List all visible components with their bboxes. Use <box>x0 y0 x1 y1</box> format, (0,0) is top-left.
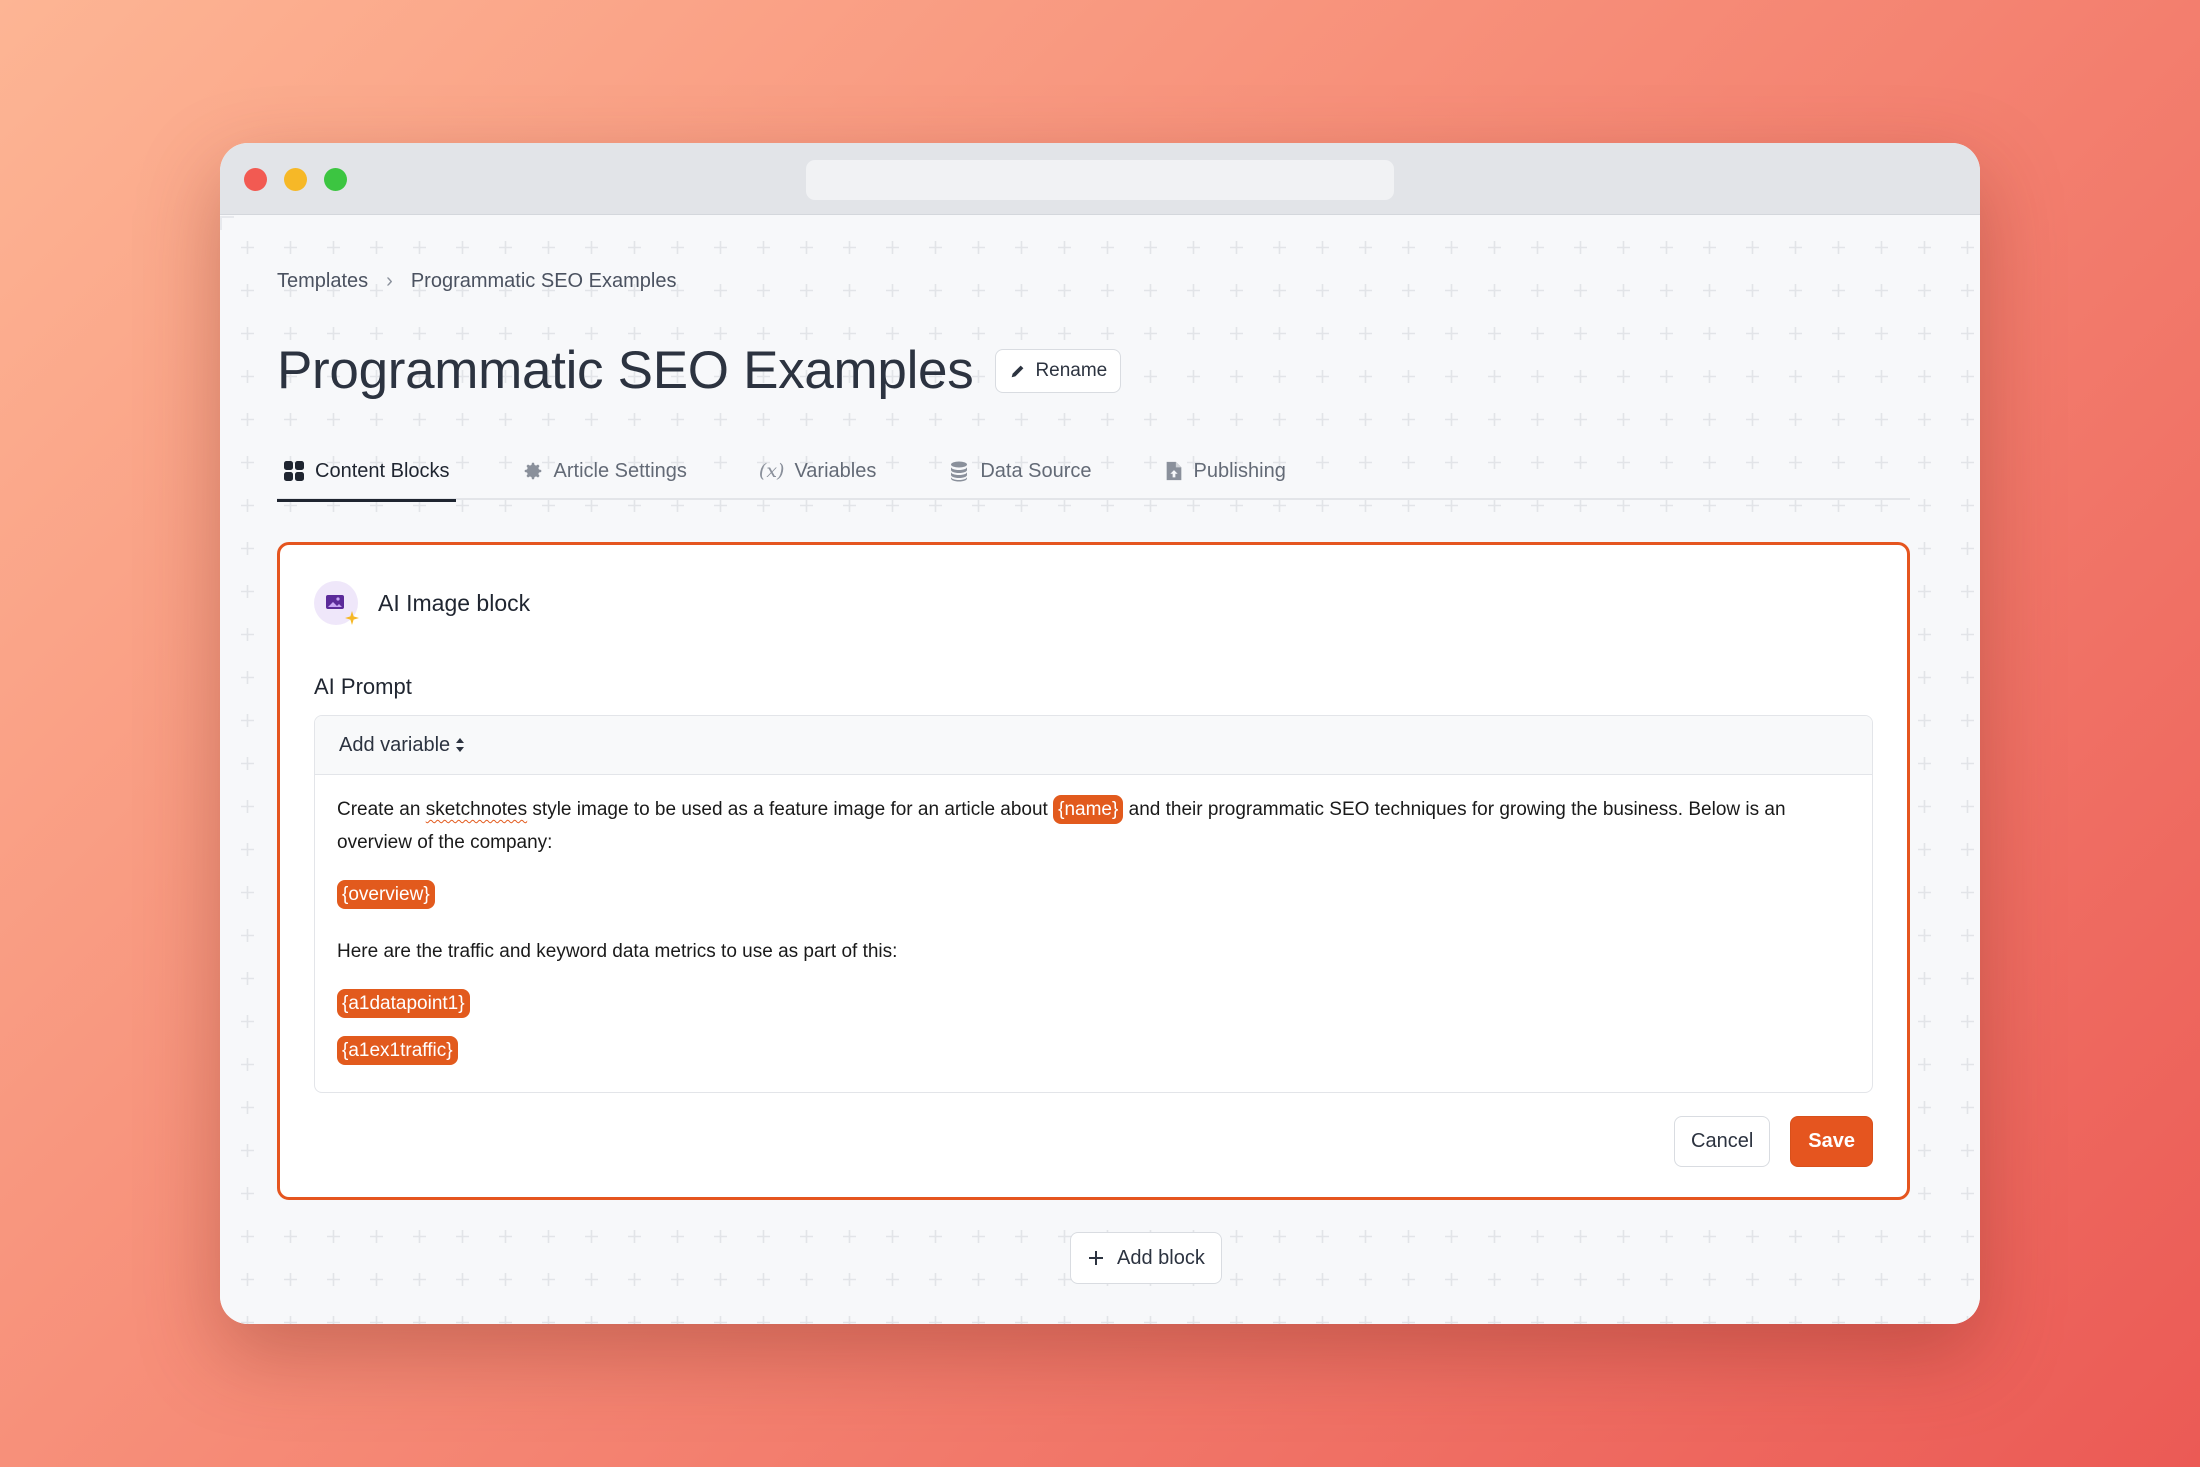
prompt-text: Create an <box>337 799 426 820</box>
variable-chip-traffic[interactable]: {a1ex1traffic} <box>337 1036 458 1065</box>
ai-prompt-label: AI Prompt <box>314 674 412 699</box>
misspelled-word[interactable]: sketchnotes <box>426 799 527 820</box>
variable-icon: (𝑥) <box>758 460 785 482</box>
breadcrumb-templates-link[interactable]: Templates <box>277 270 368 293</box>
tab-publishing[interactable]: Publishing <box>1158 442 1292 500</box>
main-container: Templates › Programmatic SEO Examples Pr… <box>277 216 1910 1324</box>
tab-bar: Content Blocks Article Settings (𝑥) Vari… <box>277 442 1910 502</box>
breadcrumb: Templates › Programmatic SEO Examples <box>277 270 676 293</box>
plus-icon <box>1089 1251 1103 1265</box>
cancel-button[interactable]: Cancel <box>1674 1116 1771 1167</box>
editor-toolbar: Add variable <box>315 716 1872 775</box>
gear-icon <box>522 460 544 482</box>
variable-chip-datapoint[interactable]: {a1datapoint1} <box>337 989 470 1018</box>
block-actions: Cancel Save <box>1674 1116 1873 1167</box>
maximize-window-button[interactable] <box>324 168 347 191</box>
block-title: AI Image block <box>378 589 531 616</box>
add-variable-dropdown[interactable]: Add variable <box>339 734 465 757</box>
prompt-paragraph-1: Create an sketchnotes style image to be … <box>337 793 1850 859</box>
window-titlebar <box>220 143 1980 215</box>
save-button[interactable]: Save <box>1790 1116 1873 1167</box>
close-window-button[interactable] <box>244 168 267 191</box>
tab-article-settings[interactable]: Article Settings <box>516 442 693 500</box>
add-block-label: Add block <box>1117 1246 1205 1269</box>
add-variable-label: Add variable <box>339 733 451 756</box>
ai-image-block-card: AI Image block AI Prompt Add variable Cr… <box>277 542 1910 1200</box>
ai-image-icon <box>314 581 359 625</box>
prompt-editor[interactable]: Add variable Create an sketchnotes style… <box>314 715 1873 1093</box>
address-bar[interactable] <box>806 160 1394 200</box>
database-icon <box>948 460 970 482</box>
tab-label: Publishing <box>1193 459 1286 482</box>
tab-label: Article Settings <box>553 459 687 482</box>
variable-chip-overview[interactable]: {overview} <box>337 880 435 909</box>
tab-label: Data Source <box>980 459 1092 482</box>
minimize-window-button[interactable] <box>284 168 307 191</box>
tab-label: Variables <box>794 459 877 482</box>
page-content: Templates › Programmatic SEO Examples Pr… <box>220 216 1980 1324</box>
title-row: Programmatic SEO Examples Rename <box>277 340 1122 401</box>
variable-line: {overview} <box>337 878 1850 911</box>
block-header: AI Image block <box>314 581 530 625</box>
grid-icon <box>283 460 305 482</box>
variable-chip-name[interactable]: {name} <box>1053 795 1124 824</box>
pencil-icon <box>1012 365 1024 377</box>
prompt-paragraph-2: Here are the traffic and keyword data me… <box>337 941 898 962</box>
tab-content-blocks[interactable]: Content Blocks <box>277 442 456 502</box>
chevron-right-icon: › <box>386 270 393 292</box>
rename-label: Rename <box>1035 359 1108 381</box>
prompt-text: style image to be used as a feature imag… <box>527 799 1054 820</box>
variable-line: {a1ex1traffic} <box>337 1034 1850 1067</box>
tab-data-source[interactable]: Data Source <box>942 442 1097 500</box>
variable-line: {a1datapoint1} <box>337 987 1850 1020</box>
browser-window: Templates › Programmatic SEO Examples Pr… <box>220 143 1980 1324</box>
tab-variables[interactable]: (𝑥) Variables <box>753 442 882 500</box>
document-upload-icon <box>1164 460 1184 482</box>
editor-body[interactable]: Create an sketchnotes style image to be … <box>315 775 1872 1085</box>
page-title: Programmatic SEO Examples <box>277 341 974 400</box>
breadcrumb-current: Programmatic SEO Examples <box>410 270 677 292</box>
sort-arrows-icon <box>456 738 465 752</box>
add-block-button[interactable]: Add block <box>1070 1232 1222 1284</box>
tab-label: Content Blocks <box>315 459 450 482</box>
rename-button[interactable]: Rename <box>995 348 1122 393</box>
